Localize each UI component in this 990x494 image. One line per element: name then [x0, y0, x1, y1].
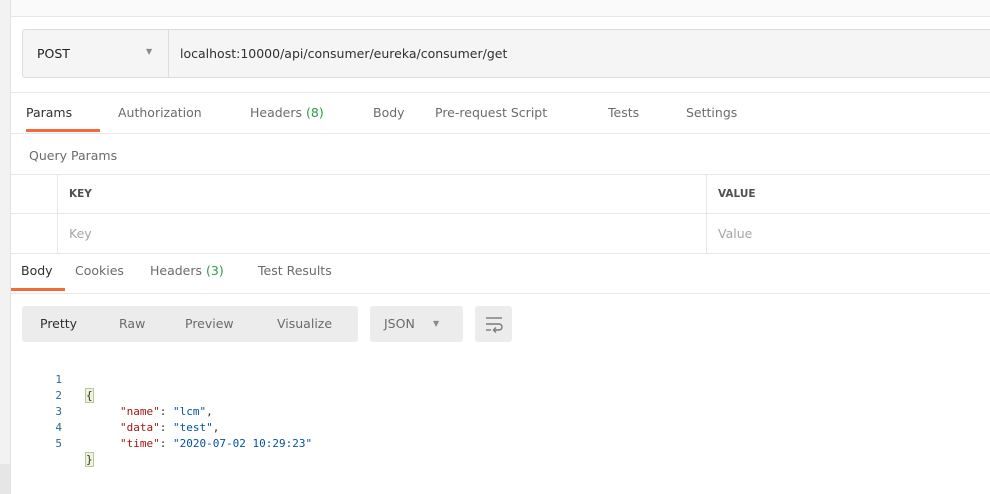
response-headers-count: (3): [206, 263, 224, 278]
active-tab-indicator: [26, 129, 100, 132]
chevron-down-icon[interactable]: ▼: [146, 47, 152, 56]
tab-test-results[interactable]: Test Results: [258, 252, 332, 290]
tab-settings[interactable]: Settings: [686, 93, 737, 133]
tab-label: Authorization: [118, 105, 202, 120]
param-value-input[interactable]: Value: [718, 214, 988, 253]
headers-count: (8): [306, 105, 324, 120]
tab-label: Body: [373, 105, 405, 120]
tab-label: Tests: [608, 105, 640, 120]
format-select[interactable]: JSON ▼: [370, 306, 463, 342]
divider: [168, 30, 169, 77]
tab-label: Test Results: [258, 263, 332, 278]
tab-label: Headers: [150, 263, 203, 278]
tab-label: Params: [26, 105, 73, 120]
line-number: 5: [55, 437, 62, 450]
tab-tests[interactable]: Tests: [608, 93, 639, 133]
tab-label: Body: [21, 263, 53, 278]
json-key: "time": [120, 437, 160, 450]
chevron-down-icon: ▼: [433, 319, 440, 328]
top-tab-bar: [11, 0, 990, 17]
code-line: 3 "data": "test",: [38, 388, 538, 434]
tab-response-headers[interactable]: Headers (3): [150, 252, 224, 290]
code-line: 4 "time": "2020-07-02 10:29:23": [38, 404, 538, 450]
method-label: POST: [37, 46, 70, 61]
tab-authorization[interactable]: Authorization: [118, 93, 202, 133]
query-params-table: KEY VALUE Key Value: [11, 174, 990, 254]
tab-label: Headers: [250, 105, 303, 120]
divider: [706, 175, 707, 253]
format-label: JSON: [384, 316, 415, 331]
view-preview-button[interactable]: Preview: [185, 306, 234, 342]
active-tab-indicator: [11, 288, 65, 291]
query-params-title: Query Params: [29, 148, 118, 163]
response-tabs: Body Cookies Headers (3) Test Results: [11, 252, 990, 294]
tab-params[interactable]: Params: [26, 93, 72, 133]
tab-cookies[interactable]: Cookies: [75, 252, 124, 290]
code-line: 2 "name": "lcm",: [38, 372, 538, 418]
left-sidebar-lower: [0, 464, 10, 494]
view-visualize-button[interactable]: Visualize: [277, 306, 332, 342]
key-column-header: KEY: [69, 188, 92, 200]
wrap-lines-icon: [486, 317, 503, 333]
left-sidebar-strip: [0, 0, 11, 494]
close-brace: }: [85, 452, 94, 467]
request-tabs: Params Authorization Headers (8) Body Pr…: [11, 92, 990, 134]
wrap-lines-button[interactable]: [475, 306, 512, 342]
view-raw-button[interactable]: Raw: [119, 306, 145, 342]
tab-response-body[interactable]: Body: [21, 252, 53, 290]
value-column-header: VALUE: [718, 188, 756, 200]
code-line: 1 {: [38, 356, 538, 403]
request-url-bar: POST ▼ localhost:10000/api/consumer/eure…: [22, 29, 990, 78]
tab-pre-request-script[interactable]: Pre-request Script: [435, 93, 547, 133]
json-value: "2020-07-02 10:29:23": [173, 437, 313, 450]
code-line: 5 }: [38, 420, 538, 467]
view-mode-group: Pretty Raw Preview Visualize: [22, 306, 358, 342]
divider: [57, 175, 58, 253]
tab-body[interactable]: Body: [373, 93, 405, 133]
tab-label: Settings: [686, 105, 738, 120]
param-key-input[interactable]: Key: [69, 214, 699, 253]
tab-label: Pre-request Script: [435, 105, 548, 120]
view-pretty-button[interactable]: Pretty: [40, 306, 77, 342]
url-input[interactable]: localhost:10000/api/consumer/eureka/cons…: [180, 30, 507, 77]
tab-label: Cookies: [75, 263, 124, 278]
tab-headers[interactable]: Headers (8): [250, 93, 324, 133]
